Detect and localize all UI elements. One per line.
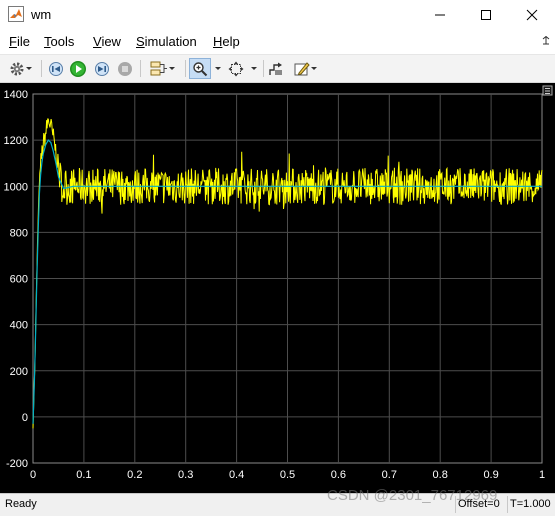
menu-view[interactable]: View [93, 34, 121, 49]
legend-toggle[interactable] [542, 85, 553, 96]
y-tick-label: 1000 [4, 181, 28, 193]
menu-help-label: elp [222, 34, 240, 49]
x-tick-label: 0.7 [382, 469, 397, 481]
menu-tools[interactable]: Tools [44, 34, 74, 49]
close-button[interactable] [509, 0, 555, 30]
y-tick-label: -200 [6, 458, 28, 470]
title-bar: wm [0, 0, 555, 30]
chevron-down-icon [26, 66, 32, 70]
triggers-icon [269, 62, 282, 75]
triggers-button[interactable] [266, 58, 286, 79]
menu-help-mnemonic: H [213, 34, 223, 49]
x-tick-label: 0.6 [331, 469, 346, 481]
x-tick-label: 0.4 [229, 469, 244, 481]
menu-help[interactable]: Help [213, 34, 240, 49]
chevron-down-icon [169, 66, 175, 70]
menu-view-label: iew [101, 34, 121, 49]
menu-simulation-label: imulation [144, 34, 197, 49]
y-tick-label: 0 [22, 412, 28, 424]
minimize-icon [435, 14, 445, 16]
scope-plot-area: 0 0.1 0.2 0.3 0.4 0.5 0.6 0.7 0.8 0.9 1 1400 1200 100… [0, 83, 555, 493]
signal-selector-dropdown[interactable] [145, 58, 181, 79]
x-tick-label: 0.5 [280, 469, 295, 481]
gear-icon [10, 62, 24, 75]
zoom-icon [193, 61, 208, 76]
menu-tools-label: ools [50, 34, 75, 49]
undock-icon[interactable] [541, 36, 551, 48]
x-tick-label: 0.3 [178, 469, 193, 481]
close-icon [526, 9, 538, 21]
matlab-logo-icon [8, 6, 24, 22]
x-tick-label: 0.8 [433, 469, 448, 481]
stop-icon [118, 61, 132, 76]
zoom-dropdown[interactable] [212, 58, 224, 79]
menu-simulation-mnemonic: S [136, 34, 145, 49]
chevron-down-icon [251, 66, 257, 70]
status-text: Ready [5, 498, 37, 510]
settings-dropdown-button[interactable] [5, 58, 37, 79]
x-tick-label: 0.1 [76, 469, 91, 481]
y-tick-label: 1400 [4, 89, 28, 101]
chevron-down-icon [215, 66, 221, 70]
fit-to-view-icon [228, 61, 244, 76]
run-icon [70, 60, 86, 77]
x-tick-label: 0 [30, 469, 36, 481]
run-button[interactable] [68, 58, 88, 79]
fit-to-view-button[interactable] [225, 58, 247, 79]
style-icon [294, 61, 310, 75]
time-readout: T=1.000 [510, 498, 551, 510]
y-tick-label: 600 [10, 274, 28, 286]
minimize-button[interactable] [417, 0, 463, 30]
signal-selector-icon [150, 61, 167, 75]
fit-dropdown[interactable] [248, 58, 260, 79]
maximize-icon [481, 10, 491, 20]
menu-file[interactable]: File [9, 34, 30, 49]
step-back-icon [49, 61, 63, 76]
stop-button[interactable] [115, 58, 135, 79]
scope-chart[interactable]: 0 0.1 0.2 0.3 0.4 0.5 0.6 0.7 0.8 0.9 1 1400 1200 100… [0, 83, 555, 493]
y-tick-label: 200 [10, 366, 28, 378]
y-tick-label: 800 [10, 227, 28, 239]
y-tick-label: 1200 [4, 135, 28, 147]
chevron-down-icon [311, 66, 317, 70]
style-dropdown-button[interactable] [290, 58, 322, 79]
toolbar [0, 55, 555, 83]
step-forward-icon [95, 61, 109, 76]
x-tick-label: 0.2 [127, 469, 142, 481]
window-title: wm [31, 7, 52, 22]
menu-file-label: ile [16, 34, 30, 49]
step-back-button[interactable] [46, 58, 66, 79]
menu-file-mnemonic: F [9, 34, 17, 49]
x-tick-label: 0.9 [483, 469, 498, 481]
status-divider [507, 496, 508, 513]
zoom-button[interactable] [189, 58, 211, 79]
y-tick-label: 400 [10, 320, 28, 332]
menu-simulation[interactable]: Simulation [136, 34, 197, 49]
menu-bar: File Tools View Simulation Help [0, 30, 555, 55]
watermark: CSDN @2301_76712969 [327, 487, 498, 504]
x-tick-label: 1 [539, 469, 545, 481]
maximize-button[interactable] [463, 0, 509, 30]
step-forward-button[interactable] [92, 58, 112, 79]
